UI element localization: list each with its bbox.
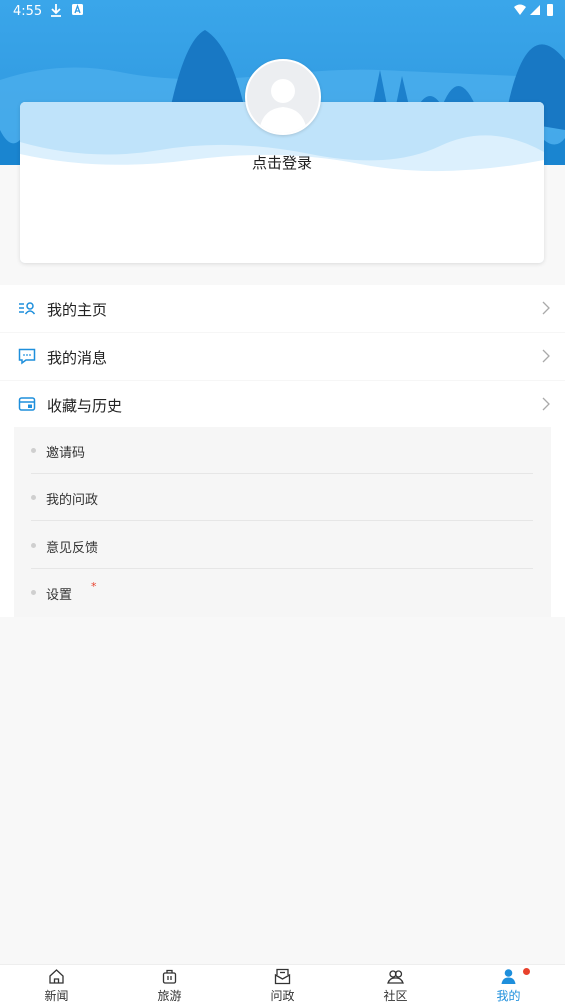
tab-community[interactable]: 社区	[339, 965, 452, 1004]
submenu-label: 邀请码	[46, 446, 86, 461]
tab-travel[interactable]: 旅游	[113, 965, 226, 1004]
menu-list: 我的主页 我的消息 收藏与历史	[0, 285, 565, 429]
download-icon	[51, 4, 61, 17]
chevron-right-icon	[542, 397, 550, 411]
tab-label: 旅游	[157, 989, 182, 1003]
mail-icon	[274, 968, 291, 985]
tab-inquiry[interactable]: 问政	[226, 965, 339, 1004]
bottom-tab-bar: 新闻 旅游 问政 社区 我的	[0, 964, 565, 1004]
tab-label: 我的	[496, 989, 521, 1003]
battery-icon	[547, 4, 553, 16]
tab-label: 问政	[270, 989, 295, 1003]
menu-label: 我的消息	[47, 349, 108, 367]
wifi-icon	[514, 4, 526, 15]
bullet-dot	[31, 495, 36, 500]
signal-icon	[530, 5, 540, 15]
menu-item-favorites[interactable]: 收藏与历史	[0, 381, 565, 429]
user-icon	[501, 969, 516, 984]
submenu-label: 意见反馈	[46, 541, 99, 556]
login-prompt[interactable]: 点击登录	[20, 152, 544, 173]
new-badge: *	[91, 580, 97, 593]
favorites-icon	[18, 397, 36, 411]
submenu-item-settings[interactable]: 设置 *	[31, 569, 533, 616]
submenu-label: 我的问政	[46, 493, 99, 508]
submenu-item-my-inquiries[interactable]: 我的问政	[31, 474, 533, 521]
menu-item-homepage[interactable]: 我的主页	[0, 285, 565, 333]
submenu-panel: 邀请码 我的问政 意见反馈 设置 *	[14, 427, 551, 617]
app-notification-icon	[72, 4, 83, 15]
bullet-dot	[31, 448, 36, 453]
status-time: 4:55	[13, 4, 43, 19]
divider	[31, 520, 533, 521]
avatar[interactable]	[245, 59, 321, 135]
menu-label: 我的主页	[47, 301, 108, 319]
luggage-icon	[162, 969, 177, 984]
tab-news[interactable]: 新闻	[0, 965, 113, 1004]
menu-label: 收藏与历史	[47, 397, 123, 415]
page: 4:55 点击登录 我的主页 我的消息 收藏与历史 邀请码 我的问政 意见反馈 …	[0, 0, 565, 1004]
menu-item-messages[interactable]: 我的消息	[0, 333, 565, 381]
message-icon	[18, 348, 36, 365]
tab-label: 社区	[383, 989, 408, 1003]
submenu-item-feedback[interactable]: 意见反馈	[31, 522, 533, 569]
community-icon	[387, 970, 404, 984]
status-bar: 4:55	[0, 0, 565, 24]
default-avatar-icon	[259, 79, 307, 133]
chevron-right-icon	[542, 301, 550, 315]
notification-dot	[523, 968, 530, 975]
chevron-right-icon	[542, 349, 550, 363]
bullet-dot	[31, 543, 36, 548]
tab-label: 新闻	[44, 989, 69, 1003]
tab-mine[interactable]: 我的	[452, 965, 565, 1004]
submenu-item-invite-code[interactable]: 邀请码	[31, 427, 533, 474]
profile-list-icon	[19, 302, 36, 315]
bullet-dot	[31, 590, 36, 595]
status-icons	[514, 4, 553, 16]
submenu-label: 设置	[46, 588, 73, 603]
home-icon	[49, 969, 64, 984]
